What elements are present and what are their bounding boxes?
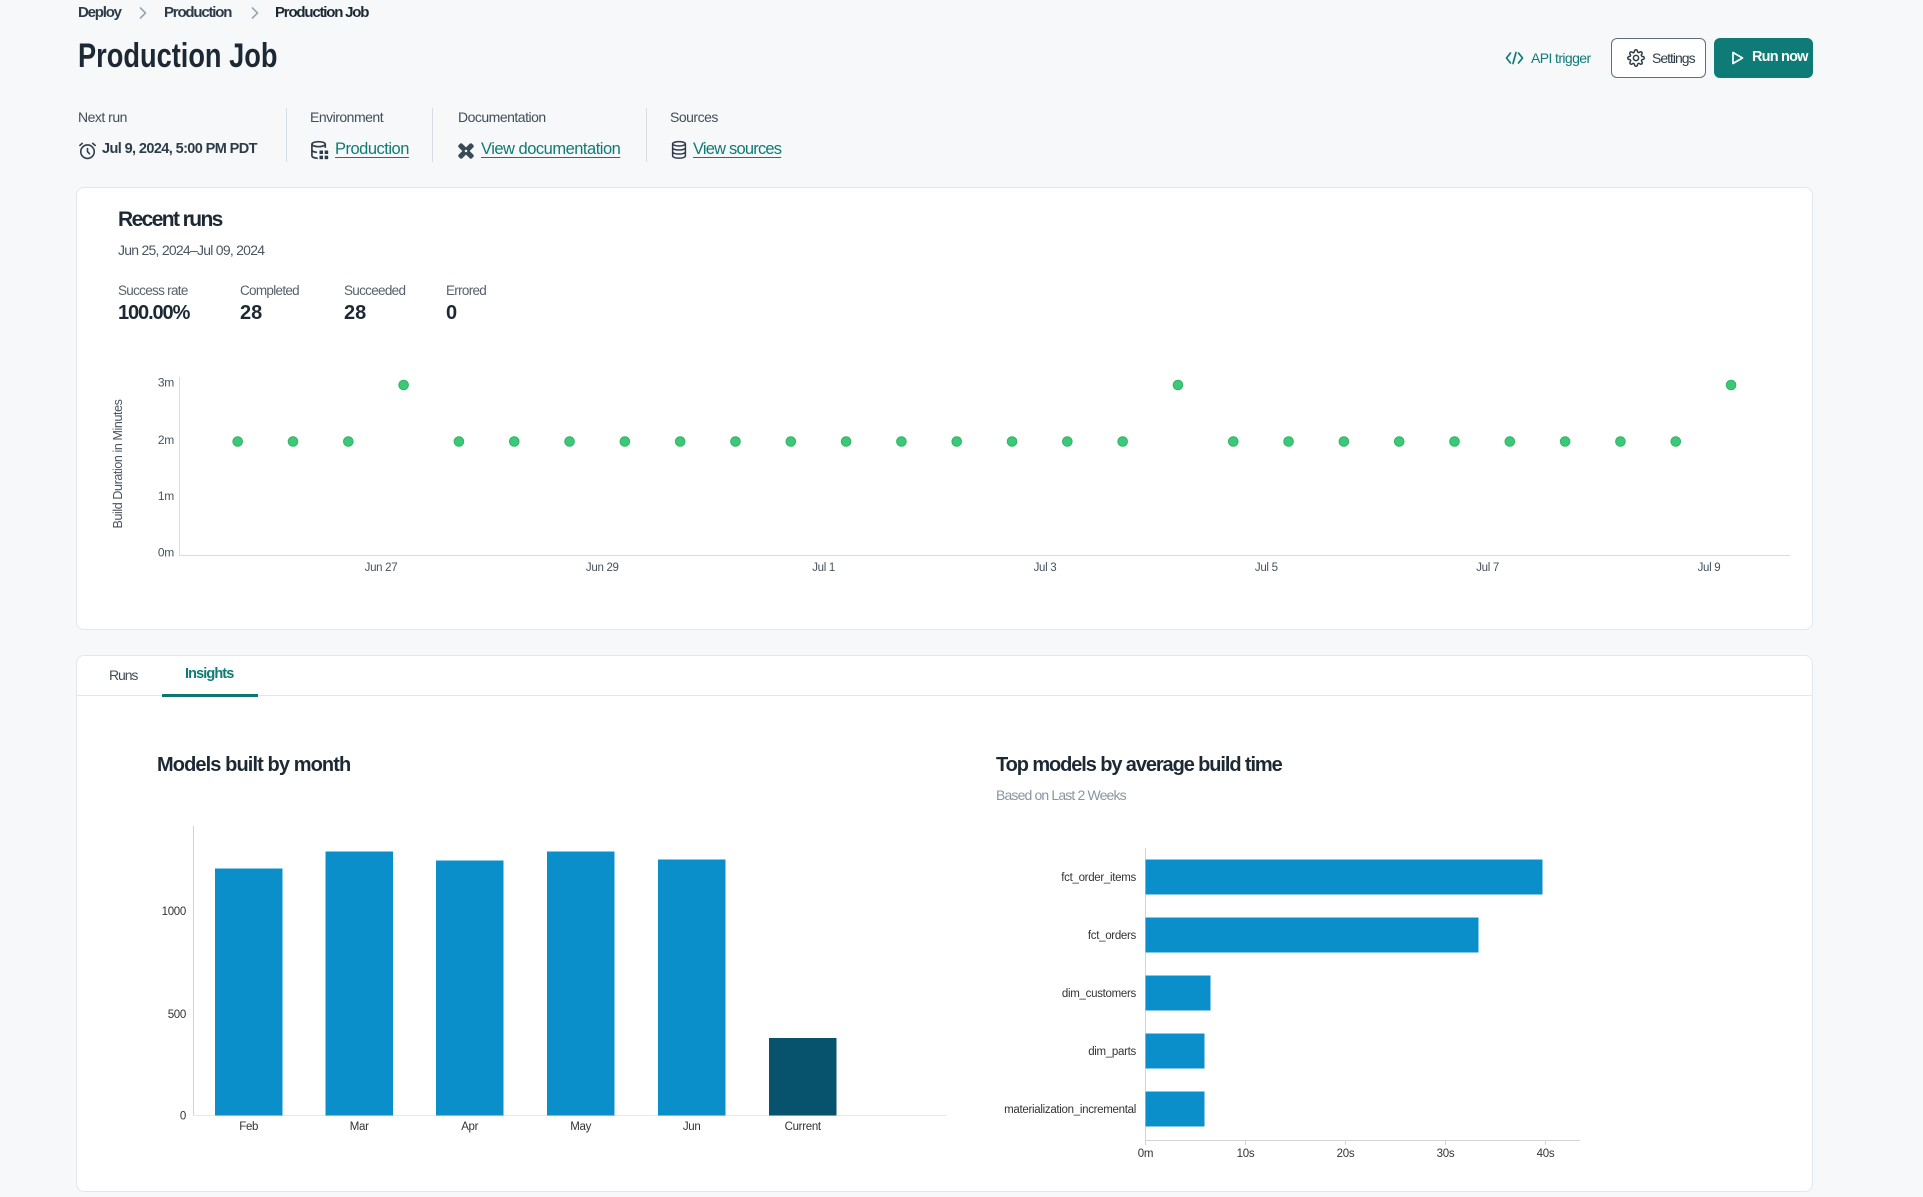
svg-text:Build Duration in Minutes: Build Duration in Minutes: [111, 399, 125, 528]
svg-text:May: May: [570, 1121, 591, 1133]
svg-text:dim_customers: dim_customers: [1062, 988, 1137, 1000]
svg-text:dim_parts: dim_parts: [1088, 1046, 1136, 1058]
svg-text:1000: 1000: [162, 906, 186, 918]
svg-text:Mar: Mar: [350, 1121, 369, 1133]
svg-text:0m: 0m: [1138, 1148, 1153, 1160]
svg-text:fct_order_items: fct_order_items: [1061, 872, 1136, 884]
svg-text:Feb: Feb: [239, 1121, 258, 1133]
svg-text:2m: 2m: [158, 433, 174, 447]
svg-text:500: 500: [168, 1009, 186, 1021]
svg-text:30s: 30s: [1437, 1148, 1455, 1160]
svg-text:Jun: Jun: [683, 1121, 701, 1133]
svg-text:20s: 20s: [1337, 1148, 1355, 1160]
svg-text:Jul 3: Jul 3: [1034, 562, 1057, 574]
svg-text:0: 0: [180, 1111, 186, 1123]
svg-text:Jul 5: Jul 5: [1255, 562, 1278, 574]
svg-text:materialization_incremental: materialization_incremental: [1004, 1104, 1136, 1116]
svg-text:Jun 29: Jun 29: [586, 562, 619, 574]
svg-text:1m: 1m: [158, 489, 174, 503]
svg-text:fct_orders: fct_orders: [1088, 930, 1137, 942]
svg-text:40s: 40s: [1537, 1148, 1555, 1160]
svg-text:0m: 0m: [158, 546, 174, 560]
svg-text:Current: Current: [785, 1121, 822, 1133]
svg-text:Apr: Apr: [461, 1121, 478, 1133]
svg-text:10s: 10s: [1237, 1148, 1255, 1160]
svg-text:Jul 1: Jul 1: [812, 562, 835, 574]
svg-text:3m: 3m: [158, 376, 174, 390]
svg-text:Jul 9: Jul 9: [1698, 562, 1721, 574]
svg-text:Jul 7: Jul 7: [1476, 562, 1499, 574]
svg-text:Jun 27: Jun 27: [365, 562, 398, 574]
